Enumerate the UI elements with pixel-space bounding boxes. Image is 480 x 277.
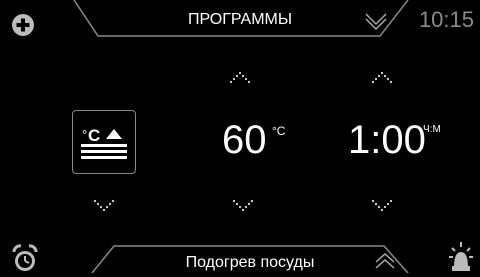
mode-down-button[interactable]: [92, 197, 116, 215]
chevron-down-icon: [93, 199, 115, 212]
chevron-up-icon: [375, 252, 395, 269]
temperature-down-button[interactable]: [231, 197, 255, 215]
menu-toggle-button[interactable]: [360, 8, 392, 32]
chevron-up-icon: [371, 71, 393, 84]
lamp-icon: [449, 242, 473, 271]
alarm-clock-icon: [12, 244, 38, 271]
add-button[interactable]: [10, 12, 36, 38]
temperature-up-button[interactable]: [228, 68, 252, 86]
clock-time: 10:15: [418, 7, 474, 32]
chevron-down-icon: [365, 13, 387, 31]
duration-unit: Ч:М: [423, 124, 441, 135]
svg-text:°: °: [82, 127, 87, 142]
light-button[interactable]: [446, 240, 476, 273]
plus-circle-icon: [12, 14, 34, 36]
chevron-down-icon: [232, 199, 254, 212]
svg-text:C: C: [88, 126, 100, 145]
plate-warming-icon: ° C: [81, 126, 127, 159]
program-expand-button[interactable]: [370, 250, 400, 272]
mode-select-button[interactable]: ° C: [72, 110, 136, 174]
chevron-down-icon: [371, 199, 393, 212]
program-name: Подогрев посуды: [185, 254, 315, 271]
timer-button[interactable]: [10, 244, 40, 273]
temperature-value: 60: [222, 118, 267, 162]
duration-value: 1:00: [348, 118, 426, 162]
page-title: ПРОГРАММЫ: [187, 11, 293, 28]
duration-down-button[interactable]: [370, 197, 394, 215]
chevron-up-icon: [229, 71, 251, 84]
duration-up-button[interactable]: [370, 68, 394, 86]
temperature-unit: °C: [272, 124, 286, 138]
